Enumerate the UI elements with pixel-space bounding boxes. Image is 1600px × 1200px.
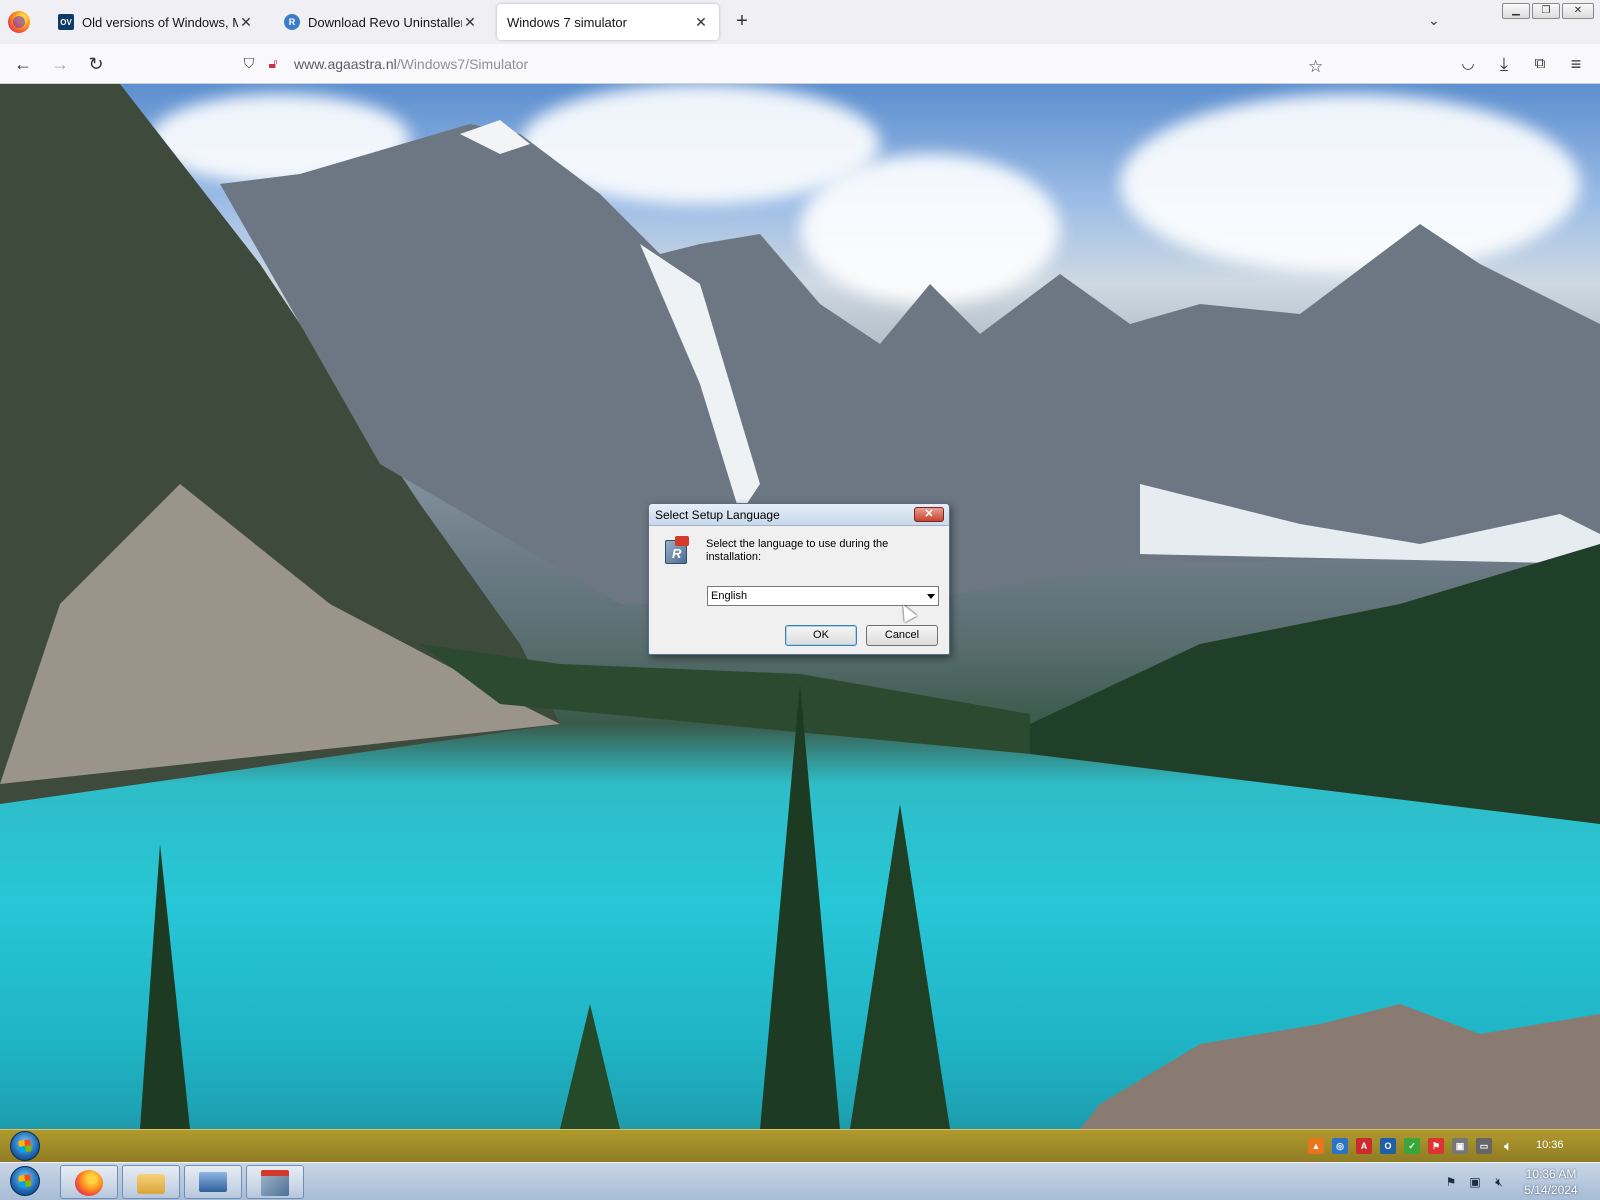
tab-title: Old versions of Windows, Mac (82, 14, 238, 30)
revo-installer-icon (261, 1170, 289, 1196)
tab-windows7-simulator[interactable]: Windows 7 simulator ✕ (497, 4, 719, 40)
tab-revo-download[interactable]: R Download Revo Uninstaller Free ✕ (274, 4, 488, 40)
tray-volume-icon[interactable]: 🔈︎ (1500, 1138, 1516, 1154)
tray-app-icon[interactable]: ▲ (1308, 1138, 1324, 1154)
url-text[interactable]: www.agaastra.nl/Windows7/Simulator (294, 56, 528, 72)
computer-monitor-icon (199, 1172, 227, 1192)
far-forest (420, 644, 1030, 754)
host-time: 10:36 AM (1525, 1167, 1577, 1181)
firefox-icon (75, 1170, 103, 1196)
dialog-prompt-text: Select the language to use during the in… (706, 538, 889, 563)
tray-flag-icon[interactable]: ⚑ (1428, 1138, 1444, 1154)
url-bar[interactable]: ⛉ 🔓︎ www.agaastra.nl/Windows7/Simulator … (234, 49, 1334, 79)
taskbar-firefox-button[interactable] (60, 1165, 118, 1199)
select-setup-language-dialog[interactable]: Select Setup Language ✕ R Select the lan… (648, 503, 950, 655)
tab-title: Windows 7 simulator (507, 14, 627, 30)
host-date: 5/14/2024 (1524, 1183, 1578, 1197)
tray-device-icon[interactable]: ▣ (1452, 1138, 1468, 1154)
firefox-icon[interactable] (8, 11, 30, 33)
downloads-icon[interactable]: ⤓ (1492, 52, 1516, 76)
tray-display-icon[interactable]: ▭ (1476, 1138, 1492, 1154)
dropdown-arrow-icon[interactable] (927, 594, 935, 599)
browser-navigation-bar: ← → ↻ ⛉ 🔓︎ www.agaastra.nl/Windows7/Simu… (0, 44, 1600, 84)
back-arrow-icon[interactable]: ← (11, 52, 35, 76)
close-window-icon[interactable]: ✕ (1562, 3, 1594, 19)
tray-pdf-icon[interactable]: A (1356, 1138, 1372, 1154)
extensions-puzzle-icon[interactable]: ⧉ (1528, 52, 1552, 76)
taskbar-revo-installer-button[interactable] (246, 1165, 304, 1199)
new-tab-plus-icon[interactable]: + (730, 10, 754, 32)
tab-old-versions[interactable]: OV Old versions of Windows, Mac ✕ (48, 4, 264, 40)
simulator-taskbar: ▲ ◎ A O ✓ ⚑ ▣ ▭ 🔈︎ 10:36 (0, 1129, 1600, 1162)
pine-tree (850, 804, 950, 1129)
windows7-desktop-wallpaper: Select Setup Language ✕ R Select the lan… (0, 84, 1600, 1200)
host-taskbar: ⚑ ▣ 🔇︎ 10:36 AM 5/14/2024 (0, 1162, 1600, 1200)
language-select-value: English (711, 590, 748, 602)
reload-icon[interactable]: ↻ (84, 52, 108, 76)
url-path: /Windows7/Simulator (396, 56, 529, 72)
pocket-icon[interactable]: ◡ (1456, 52, 1480, 76)
pine-tree (140, 844, 190, 1129)
host-clock[interactable]: 10:36 AM 5/14/2024 (1516, 1166, 1586, 1198)
simulator-start-orb-icon[interactable] (10, 1131, 40, 1161)
dialog-title: Select Setup Language (655, 508, 780, 522)
folder-icon (137, 1174, 165, 1194)
taskbar-explorer-button[interactable] (122, 1165, 180, 1199)
revo-favicon-icon: R (284, 14, 300, 30)
forward-arrow-icon[interactable]: → (48, 52, 72, 76)
insecure-lock-icon[interactable]: 🔓︎ (264, 54, 282, 72)
close-tab-icon[interactable]: ✕ (462, 14, 478, 31)
action-center-flag-icon[interactable]: ⚑ (1444, 1175, 1458, 1189)
minimize-window-icon[interactable]: ▁ (1502, 3, 1530, 19)
close-tab-icon[interactable]: ✕ (693, 14, 709, 31)
taskbar-remote-desktop-button[interactable] (184, 1165, 242, 1199)
dialog-title-bar[interactable]: Select Setup Language ✕ (649, 504, 949, 526)
ok-button[interactable]: OK (785, 625, 857, 646)
installer-r-glyph: R (672, 546, 682, 561)
close-tab-icon[interactable]: ✕ (238, 14, 254, 31)
ov-favicon-icon: OV (58, 14, 74, 30)
app-menu-hamburger-icon[interactable]: ≡ (1564, 52, 1588, 76)
revo-installer-icon: R (663, 536, 691, 566)
pine-tree (560, 1004, 620, 1129)
tab-title: Download Revo Uninstaller Free (308, 14, 462, 30)
bookmark-star-icon[interactable]: ☆ (1308, 57, 1323, 77)
simulator-clock: 10:36 (1536, 1139, 1564, 1151)
tray-outlook-icon[interactable]: O (1380, 1138, 1396, 1154)
restore-window-icon[interactable]: ❐ (1532, 3, 1560, 19)
browser-tab-strip: OV Old versions of Windows, Mac ✕ R Down… (0, 0, 1600, 44)
dialog-close-icon[interactable]: ✕ (914, 507, 944, 522)
start-orb-icon[interactable] (10, 1166, 40, 1196)
installer-box-lid (675, 536, 689, 546)
tray-check-icon[interactable]: ✓ (1404, 1138, 1420, 1154)
network-icon[interactable]: ▣ (1468, 1175, 1482, 1189)
url-host: www.agaastra.nl (294, 56, 397, 72)
cancel-button[interactable]: Cancel (866, 625, 938, 646)
volume-muted-icon[interactable]: 🔇︎ (1492, 1175, 1506, 1189)
tracking-shield-icon[interactable]: ⛉ (240, 54, 258, 72)
pine-tree (760, 684, 840, 1129)
list-all-tabs-chevron-icon[interactable]: ⌄ (1428, 12, 1440, 29)
foreground-rocks (1080, 1004, 1600, 1129)
right-forest (1030, 544, 1600, 824)
tray-network-icon[interactable]: ◎ (1332, 1138, 1348, 1154)
